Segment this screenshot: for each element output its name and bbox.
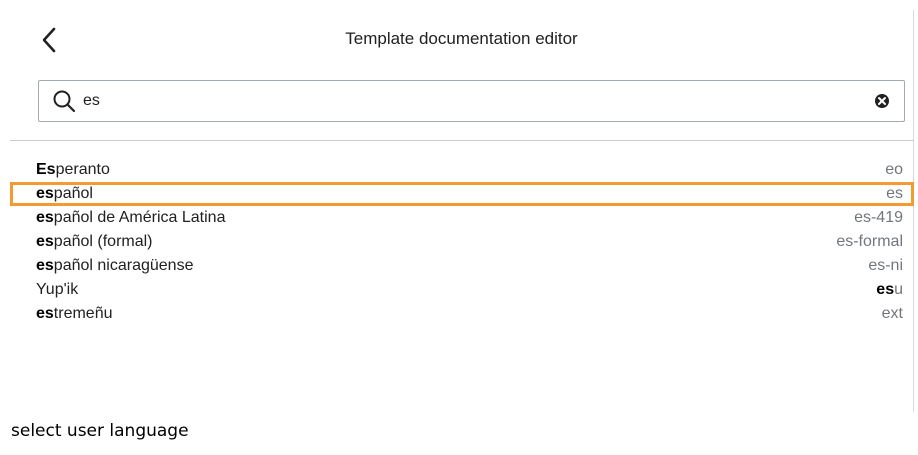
dialog-title: Template documentation editor (345, 29, 578, 48)
language-name: estremeñu (36, 305, 113, 322)
caption: select user language (11, 421, 189, 441)
language-option-es-419[interactable]: español de América Latina es-419 (10, 206, 914, 230)
language-name: español nicaragüense (36, 257, 194, 274)
language-selector-dialog: Template documentation editor Esperanto … (10, 10, 914, 412)
language-name: Yup'ik (36, 281, 79, 298)
language-name: Esperanto (36, 161, 110, 178)
language-code: es-ni (868, 257, 903, 274)
language-code: es (886, 185, 903, 202)
language-results-list: Esperanto eo español es español de Améri… (10, 158, 914, 326)
language-option-es-formal[interactable]: español (formal) es-formal (10, 230, 914, 254)
language-option-es-ni[interactable]: español nicaragüense es-ni (10, 254, 914, 278)
divider (10, 140, 914, 141)
language-name: español (36, 185, 93, 202)
language-code: eo (885, 161, 903, 178)
language-option-eo[interactable]: Esperanto eo (10, 158, 914, 182)
search-icon (53, 90, 76, 113)
language-search-box[interactable] (38, 80, 905, 122)
language-code: ext (881, 305, 903, 322)
language-option-esu[interactable]: Yup'ik esu (10, 278, 914, 302)
language-code: es-419 (854, 209, 903, 226)
language-option-es[interactable]: español es (10, 182, 914, 206)
language-code: es-formal (836, 233, 903, 250)
language-name: español (formal) (36, 233, 153, 250)
language-name: español de América Latina (36, 209, 226, 226)
language-option-ext[interactable]: estremeñu ext (10, 302, 914, 326)
clear-icon[interactable] (874, 93, 890, 109)
language-code: esu (876, 281, 903, 298)
dialog-header: Template documentation editor (10, 10, 913, 70)
search-input[interactable] (83, 89, 843, 113)
